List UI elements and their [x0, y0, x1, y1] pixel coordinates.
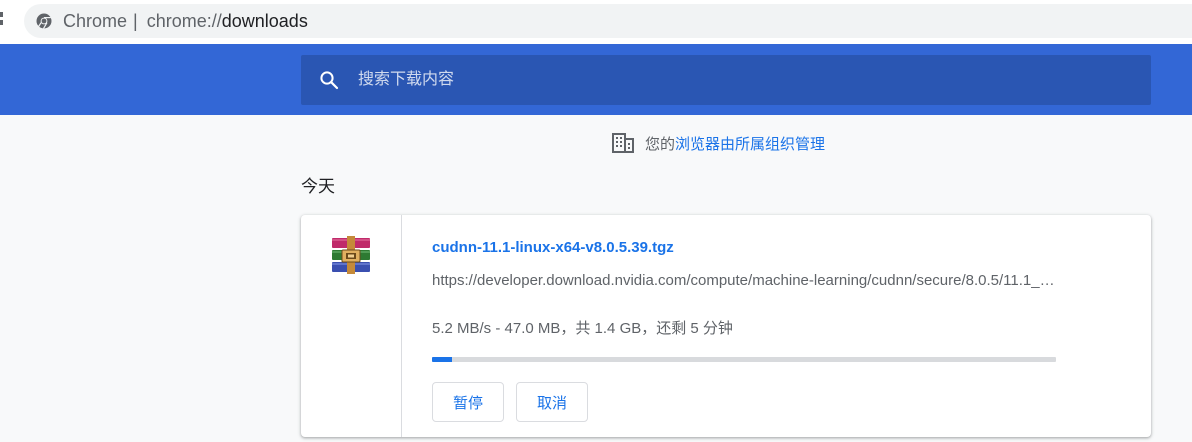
- download-item: cudnn-11.1-linux-x64-v8.0.5.39.tgz https…: [301, 215, 1151, 437]
- omnibox-bar: Chrome | chrome://downloads: [0, 0, 1192, 44]
- search-box[interactable]: [301, 55, 1151, 105]
- managed-notice-prefix: 您的: [645, 135, 676, 153]
- download-progress-bar: [432, 357, 1056, 362]
- managed-notice-link[interactable]: 浏览器由所属组织管理: [675, 133, 825, 154]
- search-input[interactable]: [358, 55, 1118, 105]
- building-icon: [612, 133, 634, 153]
- date-heading: 今天: [301, 177, 335, 196]
- address-text: Chrome | chrome://downloads: [63, 10, 308, 32]
- file-name-link[interactable]: cudnn-11.1-linux-x64-v8.0.5.39.tgz: [432, 239, 674, 256]
- download-progress-fill: [432, 357, 452, 362]
- search-icon[interactable]: [319, 70, 339, 90]
- url-prefix: chrome://: [146, 11, 222, 31]
- download-actions: 暂停 取消: [432, 382, 589, 422]
- downloads-toolbar: [0, 44, 1192, 115]
- address-bar[interactable]: Chrome | chrome://downloads: [24, 4, 1192, 38]
- url-host: downloads: [221, 11, 308, 31]
- cancel-button[interactable]: 取消: [516, 382, 589, 422]
- managed-notice: 您的 浏览器由所属组织管理: [612, 132, 825, 154]
- scheme-label: Chrome: [63, 11, 128, 31]
- chrome-icon: [36, 13, 52, 29]
- address-separator: |: [133, 11, 138, 31]
- file-source-url[interactable]: https://developer.download.nvidia.com/co…: [432, 272, 1056, 289]
- winrar-archive-icon: [332, 236, 370, 274]
- tab-edge-glyph: [0, 12, 3, 25]
- file-icon-column: [301, 215, 402, 437]
- download-status: 5.2 MB/s - 47.0 MB，共 1.4 GB，还剩 5 分钟: [432, 320, 733, 337]
- pause-button[interactable]: 暂停: [432, 382, 505, 422]
